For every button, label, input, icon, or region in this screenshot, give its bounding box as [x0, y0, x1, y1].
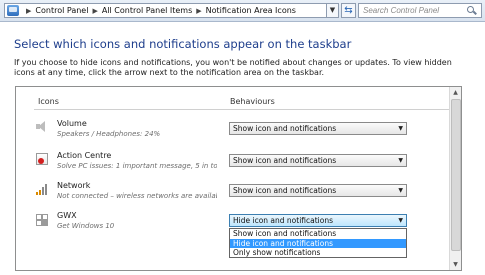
item-description: Get Windows 10	[57, 222, 115, 230]
vertical-scrollbar[interactable]: ▲ ▼	[449, 87, 461, 270]
list-item-volume: Volume Speakers / Headphones: 24% Show i…	[36, 119, 436, 149]
intro-text: If you choose to hide icons and notifica…	[14, 58, 452, 77]
header-divider	[34, 109, 450, 110]
breadcrumb-control-panel[interactable]: Control Panel	[35, 6, 88, 15]
column-header-behaviours: Behaviours	[230, 97, 275, 106]
select-value: Show icon and notifications	[233, 124, 337, 133]
list-item-network: Network Not connected – wireless network…	[36, 181, 436, 211]
address-bar: ▶ Control Panel ▶ All Control Panel Item…	[0, 0, 485, 22]
item-description: Speakers / Headphones: 24%	[57, 130, 161, 138]
select-value: Show icon and notifications	[233, 186, 337, 195]
behaviour-select-action-centre[interactable]: Show icon and notifications ▼	[229, 154, 407, 167]
behaviour-select-volume[interactable]: Show icon and notifications ▼	[229, 122, 407, 135]
behaviour-dropdown-list: Show icon and notifications Hide icon an…	[229, 228, 407, 258]
network-signal-icon	[36, 183, 48, 195]
icons-list-panel: Icons Behaviours Volume Speakers / Headp…	[15, 86, 462, 271]
chevron-down-icon[interactable]: ▼	[398, 155, 403, 166]
dropdown-option-only-notifications[interactable]: Only show notifications	[230, 248, 406, 258]
action-centre-flag-icon	[36, 153, 48, 165]
search-icon[interactable]	[467, 6, 474, 13]
behaviour-select-gwx[interactable]: Hide icon and notifications ▼	[229, 214, 407, 227]
item-name: Network	[57, 181, 91, 190]
item-name: Action Centre	[57, 151, 112, 160]
breadcrumb-all-items[interactable]: All Control Panel Items	[102, 6, 192, 15]
dropdown-option-hide[interactable]: Hide icon and notifications	[230, 238, 406, 248]
page-title: Select which icons and notifications app…	[14, 37, 352, 51]
scrollbar-thumb[interactable]	[451, 99, 461, 251]
list-item-action-centre: Action Centre Solve PC issues: 1 importa…	[36, 151, 436, 181]
select-value: Show icon and notifications	[233, 156, 337, 165]
refresh-icon[interactable]: ⇆	[341, 3, 356, 18]
scroll-down-icon[interactable]: ▼	[450, 259, 461, 270]
windows-logo-icon	[36, 213, 48, 226]
scroll-up-icon[interactable]: ▲	[450, 87, 461, 98]
dropdown-option-show[interactable]: Show icon and notifications	[230, 229, 406, 239]
search-input[interactable]	[358, 3, 482, 18]
item-description: Solve PC issues: 1 important message, 5 …	[57, 162, 217, 170]
address-dropdown-icon[interactable]: ▼	[327, 3, 339, 18]
chevron-down-icon[interactable]: ▼	[398, 123, 403, 134]
breadcrumb-separator-icon[interactable]: ▶	[26, 7, 31, 15]
item-name: GWX	[57, 211, 77, 220]
select-value: Hide icon and notifications	[233, 216, 333, 225]
breadcrumb-notification-area-icons[interactable]: Notification Area Icons	[206, 6, 296, 15]
column-header-icons: Icons	[38, 97, 59, 106]
breadcrumb[interactable]: ▶ Control Panel ▶ All Control Panel Item…	[4, 3, 327, 18]
speaker-icon	[36, 121, 48, 133]
chevron-down-icon[interactable]: ▼	[398, 185, 403, 196]
item-description: Not connected – wireless networks are av…	[57, 192, 217, 200]
breadcrumb-separator-icon[interactable]: ▶	[196, 7, 201, 15]
behaviour-select-network[interactable]: Show icon and notifications ▼	[229, 184, 407, 197]
chevron-down-icon[interactable]: ▼	[398, 215, 403, 226]
item-name: Volume	[57, 119, 87, 128]
breadcrumb-separator-icon[interactable]: ▶	[92, 7, 97, 15]
control-panel-icon	[7, 5, 19, 16]
